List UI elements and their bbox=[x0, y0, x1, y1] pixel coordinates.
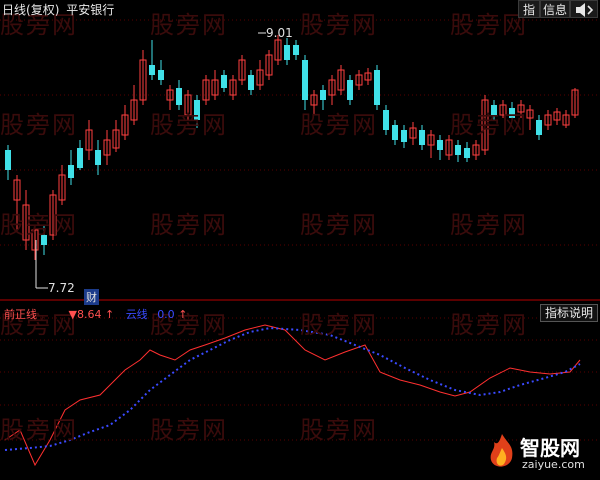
candle-body bbox=[437, 140, 443, 150]
candle-body bbox=[464, 148, 470, 158]
candle-body bbox=[383, 110, 389, 130]
period-label[interactable]: 日线 bbox=[2, 3, 26, 17]
candle-body bbox=[392, 125, 398, 140]
speaker-icon[interactable] bbox=[570, 0, 598, 18]
candle-body bbox=[77, 148, 83, 168]
indicator-value-prefix: ▼ bbox=[68, 308, 77, 321]
candle-body bbox=[419, 130, 425, 145]
indicator-value: 8.64 bbox=[76, 308, 102, 321]
candlestick-chart[interactable] bbox=[0, 0, 600, 480]
line2-label: 云线 bbox=[125, 308, 148, 321]
indicator-name-label: 前正线 bbox=[4, 308, 37, 321]
candle-body bbox=[536, 120, 542, 135]
candle-body bbox=[401, 130, 407, 142]
candle-body bbox=[176, 88, 182, 105]
adjust-label[interactable]: (复权) bbox=[26, 3, 59, 17]
chart-header: 日线(复权) 平安银行 bbox=[2, 1, 114, 18]
candle-body bbox=[347, 80, 353, 100]
brand-name: 智股网 bbox=[520, 436, 580, 460]
line2-arrow: ↑ bbox=[178, 308, 188, 321]
watermark: 股旁网 bbox=[300, 416, 378, 444]
watermark: 股旁网 bbox=[150, 416, 228, 444]
candle-body bbox=[302, 60, 308, 100]
watermark: 股旁网 bbox=[0, 211, 78, 239]
candle-body bbox=[248, 75, 254, 90]
watermark: 股旁网 bbox=[450, 111, 528, 139]
indicator-name: 前正线 ▼8.64 ↑ 云线 0.0 ↑ bbox=[4, 306, 187, 322]
indicator-up-arrow: ↑ bbox=[104, 308, 115, 321]
watermark: 股旁网 bbox=[150, 11, 228, 39]
finance-badge[interactable]: 财 bbox=[84, 289, 99, 305]
candle-body bbox=[455, 145, 461, 155]
info-button[interactable]: 信息 bbox=[540, 0, 570, 18]
high-price-label: 9.01 bbox=[266, 26, 293, 40]
candles bbox=[5, 32, 579, 289]
watermark: 股旁网 bbox=[450, 311, 528, 339]
candle-body bbox=[95, 150, 101, 165]
watermark: 股旁网 bbox=[150, 111, 228, 139]
watermark: 股旁网 bbox=[150, 211, 228, 239]
brand-logo: 智股网 zaiyue.com bbox=[484, 430, 594, 476]
watermark: 股旁网 bbox=[450, 211, 528, 239]
flame-icon bbox=[490, 434, 513, 467]
watermark: 股旁网 bbox=[300, 11, 378, 39]
watermark: 股旁网 bbox=[0, 111, 78, 139]
watermark: 股旁网 bbox=[0, 416, 78, 444]
brand-url: zaiyue.com bbox=[522, 458, 585, 471]
stock-name: 平安银行 bbox=[66, 3, 115, 17]
watermark: 股旁网 bbox=[450, 11, 528, 39]
low-price-label: 7.72 bbox=[48, 281, 75, 295]
candle-body bbox=[158, 70, 164, 80]
candle-body bbox=[5, 150, 11, 170]
candle-body bbox=[284, 45, 290, 60]
candle-body bbox=[149, 65, 155, 75]
candle-body bbox=[374, 70, 380, 105]
indicator-note-button[interactable]: 指标说明 bbox=[539, 304, 598, 322]
candle-body bbox=[320, 90, 326, 100]
candle-body bbox=[293, 45, 299, 55]
watermark: 股旁网 bbox=[300, 111, 378, 139]
watermark: 股旁网 bbox=[300, 311, 378, 339]
indicator-button[interactable]: 指 bbox=[518, 0, 540, 18]
watermark: 股旁网 bbox=[300, 211, 378, 239]
candle-body bbox=[68, 165, 74, 178]
line2-value: 0.0 bbox=[157, 308, 175, 321]
candle-body bbox=[221, 75, 227, 88]
